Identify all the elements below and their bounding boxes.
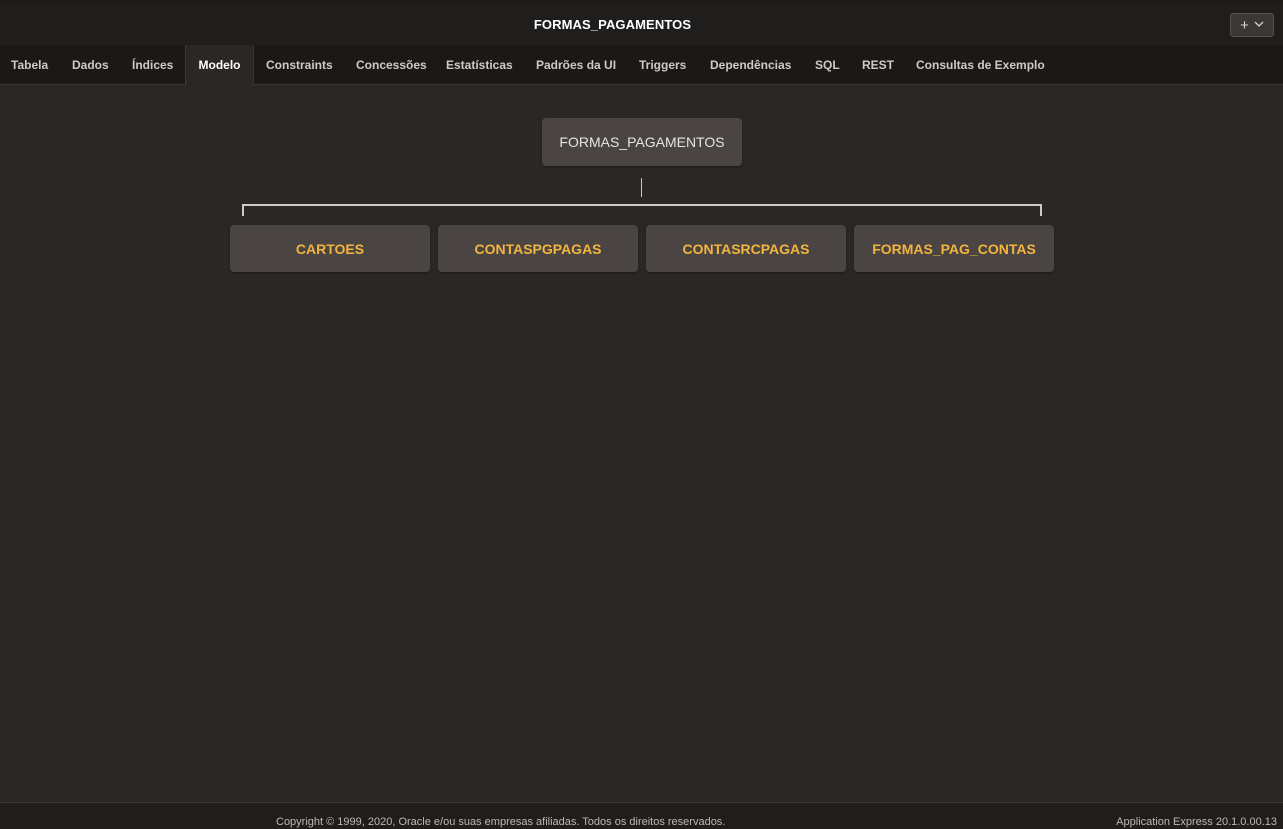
child-table-node[interactable]: CONTASRCPAGAS [646,225,846,272]
tab-dados[interactable]: Dados [72,45,109,85]
connector-left-end [242,204,244,216]
add-menu-button[interactable]: + [1230,13,1274,37]
page-title: FORMAS_PAGAMENTOS [533,17,692,32]
tab-concessoes[interactable]: Concessões [356,45,427,85]
tab-dependencias[interactable]: Dependências [710,45,791,85]
child-table-node[interactable]: FORMAS_PAG_CONTAS [854,225,1054,272]
tab-constraints[interactable]: Constraints [266,45,333,85]
tab-consultas-de-exemplo[interactable]: Consultas de Exemplo [916,45,1045,85]
child-table-node[interactable]: CARTOES [230,225,430,272]
tab-triggers[interactable]: Triggers [639,45,686,85]
tab-estatisticas[interactable]: Estatísticas [446,45,513,85]
child-table-node[interactable]: CONTASPGPAGAS [438,225,638,272]
connector-bracket [242,204,1042,206]
plus-icon: + [1240,16,1249,34]
tab-tabela[interactable]: Tabela [11,45,48,85]
root-table-node: FORMAS_PAGAMENTOS [542,118,742,166]
title-bar: FORMAS_PAGAMENTOS + [0,5,1283,45]
version-text: Application Express 20.1.0.00.13 [1116,816,1277,828]
tab-indices[interactable]: Índices [132,45,173,85]
copyright-text: Copyright © 1999, 2020, Oracle e/ou suas… [276,816,726,828]
object-tabs: Tabela Dados Índices Modelo Constraints … [0,45,1283,86]
chevron-down-icon [1254,19,1264,30]
connector-root [641,178,642,197]
connector-right-end [1040,204,1042,216]
tab-rest[interactable]: REST [862,45,894,85]
footer: Copyright © 1999, 2020, Oracle e/ou suas… [0,802,1283,829]
tab-padroes-da-ui[interactable]: Padrões da UI [536,45,616,85]
model-diagram: FORMAS_PAGAMENTOS CARTOES CONTASPGPAGAS … [0,86,1283,802]
tab-modelo[interactable]: Modelo [185,45,254,86]
tab-sql[interactable]: SQL [815,45,840,85]
